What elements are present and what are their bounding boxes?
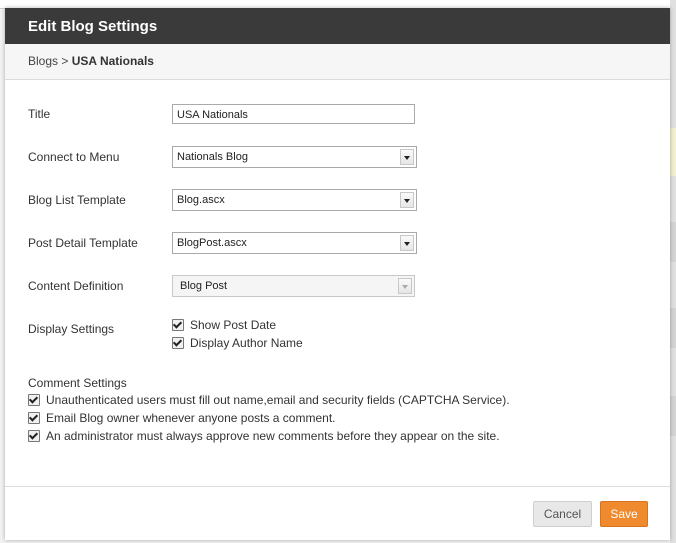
display-settings-label: Display Settings	[28, 322, 115, 336]
admin-approve-option[interactable]: An administrator must always approve new…	[28, 429, 500, 443]
background-highlight-row	[670, 128, 676, 176]
list-template-value: Blog.ascx	[177, 194, 225, 206]
settings-form: Title USA Nationals Connect to Menu Nati…	[5, 80, 670, 487]
display-author-name-option[interactable]: Display Author Name	[172, 336, 303, 350]
connect-menu-label: Connect to Menu	[28, 150, 120, 164]
title-label: Title	[28, 107, 51, 121]
show-post-date-label: Show Post Date	[190, 318, 277, 332]
dropdown-arrow-icon[interactable]	[400, 192, 414, 208]
email-owner-option[interactable]: Email Blog owner whenever anyone posts a…	[28, 411, 335, 425]
background-row	[670, 222, 676, 262]
save-button[interactable]: Save	[600, 501, 648, 527]
email-owner-label: Email Blog owner whenever anyone posts a…	[46, 411, 336, 425]
content-definition-select[interactable]: Blog Post	[172, 275, 415, 297]
display-author-name-label: Display Author Name	[190, 336, 303, 350]
comment-settings-label: Comment Settings	[28, 376, 127, 390]
list-template-label: Blog List Template	[28, 193, 126, 207]
post-template-select[interactable]: BlogPost.ascx	[172, 232, 417, 254]
dialog-title: Edit Blog Settings	[5, 8, 670, 44]
edit-blog-settings-dialog: Edit Blog Settings Blogs > USA Nationals…	[5, 8, 670, 540]
checkbox-checked-icon[interactable]	[172, 319, 184, 331]
show-post-date-option[interactable]: Show Post Date	[172, 318, 276, 332]
breadcrumb-separator: >	[61, 54, 69, 68]
content-definition-label: Content Definition	[28, 279, 124, 293]
dropdown-arrow-icon[interactable]	[400, 235, 414, 251]
captcha-required-option[interactable]: Unauthenticated users must fill out name…	[28, 393, 510, 407]
breadcrumb: Blogs > USA Nationals	[5, 44, 670, 80]
checkbox-checked-icon[interactable]	[28, 430, 40, 442]
post-template-value: BlogPost.ascx	[177, 237, 247, 249]
captcha-required-label: Unauthenticated users must fill out name…	[46, 393, 510, 407]
breadcrumb-current: USA Nationals	[71, 54, 154, 68]
post-template-label: Post Detail Template	[28, 236, 138, 250]
background-row	[670, 396, 676, 436]
breadcrumb-root[interactable]: Blogs	[28, 54, 58, 68]
background-column	[670, 0, 676, 543]
admin-approve-label: An administrator must always approve new…	[46, 429, 500, 443]
dialog-footer: Cancel Save	[5, 486, 670, 540]
connect-menu-select[interactable]: Nationals Blog	[172, 146, 417, 168]
connect-menu-value: Nationals Blog	[177, 151, 248, 163]
title-input[interactable]: USA Nationals	[172, 104, 415, 124]
content-definition-value: Blog Post	[180, 280, 228, 292]
dropdown-arrow-icon[interactable]	[398, 278, 412, 294]
dropdown-arrow-icon[interactable]	[400, 149, 414, 165]
checkbox-checked-icon[interactable]	[28, 412, 40, 424]
checkbox-checked-icon[interactable]	[172, 337, 184, 349]
checkbox-checked-icon[interactable]	[28, 394, 40, 406]
background-row	[670, 308, 676, 348]
cancel-button[interactable]: Cancel	[533, 501, 592, 527]
list-template-select[interactable]: Blog.ascx	[172, 189, 417, 211]
